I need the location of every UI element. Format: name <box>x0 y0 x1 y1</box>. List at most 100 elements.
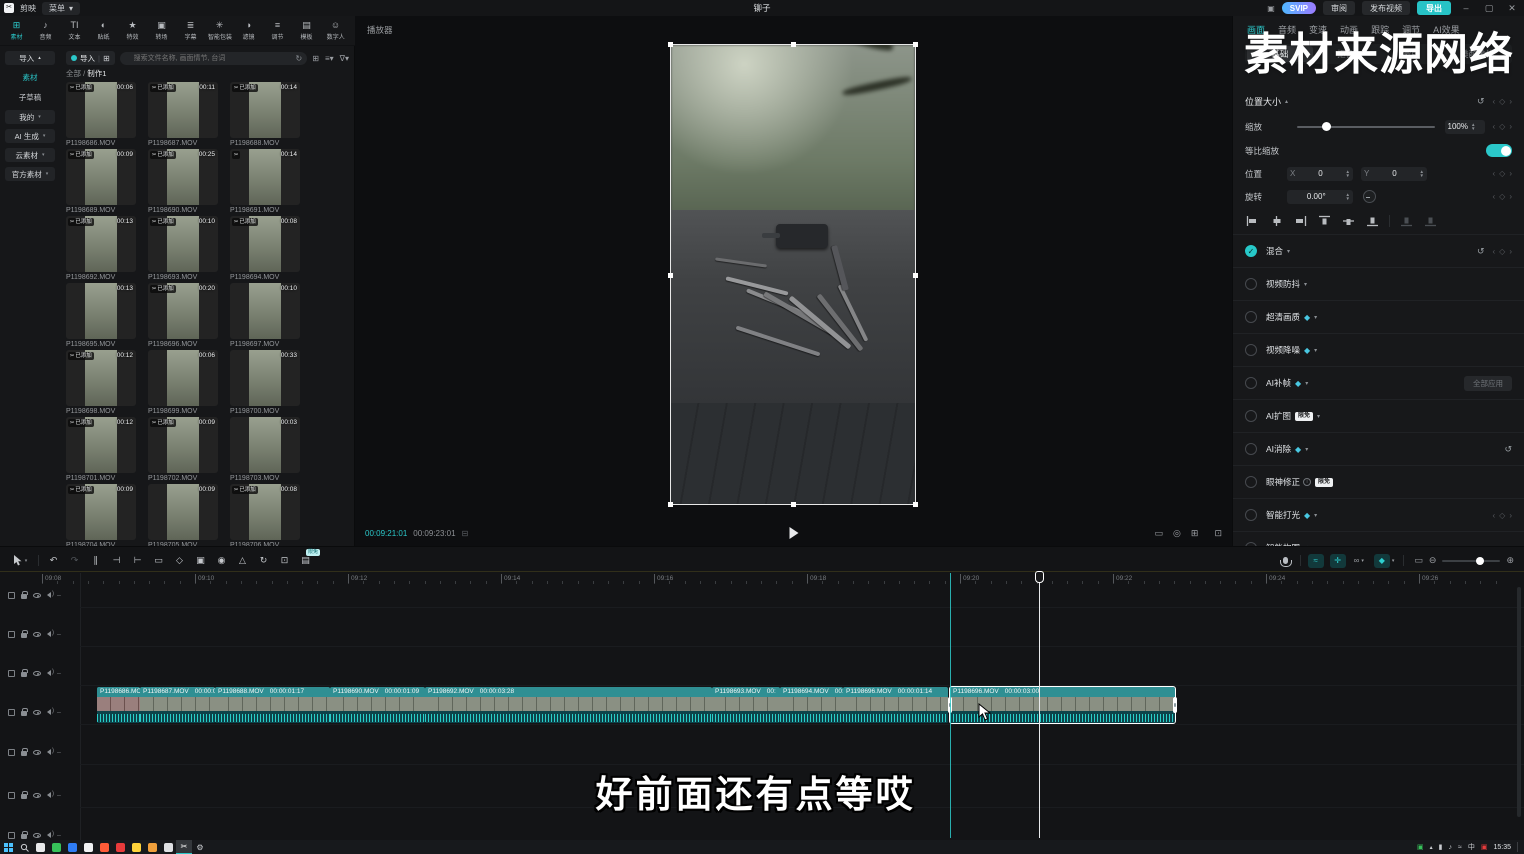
visibility-icon[interactable] <box>33 632 41 637</box>
rotate-knob[interactable] <box>1363 190 1376 203</box>
playhead-handle[interactable] <box>1035 571 1044 583</box>
keyframe-controls[interactable]: ‹◇› <box>1493 247 1513 256</box>
publish-button[interactable]: 发布视频 <box>1362 1 1410 15</box>
chevron-down-icon[interactable]: ▾ <box>1305 380 1308 387</box>
sidebar-item-AI 生成[interactable]: AI 生成▾ <box>5 129 55 143</box>
media-item[interactable]: ✂已添加00:13P1198692.MOV <box>66 216 136 283</box>
tab-贴纸[interactable]: ◐贴纸 <box>89 16 118 45</box>
checkbox-AI补帧[interactable] <box>1245 377 1257 389</box>
mask-button[interactable]: ◇ <box>169 553 190 569</box>
transform-handle[interactable] <box>668 42 673 47</box>
media-item[interactable]: ✂已添加00:10P1198693.MOV <box>148 216 218 283</box>
fullscreen-icon[interactable]: ⊡ <box>1214 528 1222 539</box>
media-item[interactable]: ✂已添加00:08P1198706.MOV <box>230 484 300 546</box>
crop-button[interactable]: ▣ <box>190 553 211 569</box>
taskbar-app[interactable] <box>48 840 64 854</box>
tab-素材[interactable]: ⊞素材 <box>2 16 31 45</box>
undo-button[interactable]: ↶ <box>43 553 64 569</box>
show-desktop-button[interactable] <box>1517 842 1520 852</box>
mute-icon[interactable] <box>47 832 51 838</box>
keyframe-controls[interactable]: ‹◇› <box>1493 97 1513 106</box>
grid-view-icon[interactable]: ⊞ <box>312 54 319 63</box>
zoom-in-icon[interactable]: ⊕ <box>1506 555 1514 566</box>
magnet-icon[interactable]: ✛ <box>1330 554 1346 568</box>
keyframe-controls[interactable]: ‹◇› <box>1493 169 1513 178</box>
tab-字幕[interactable]: ≣字幕 <box>176 16 205 45</box>
rotate-button[interactable]: ↻ <box>253 553 274 569</box>
taskbar-app[interactable] <box>64 840 80 854</box>
media-item[interactable]: 00:03P1198703.MOV <box>230 417 300 484</box>
lock-icon[interactable] <box>21 594 27 599</box>
more-icon[interactable]: ‒ <box>57 631 61 638</box>
more-icon[interactable]: ‒ <box>57 792 61 799</box>
transform-handle[interactable] <box>791 502 796 507</box>
align-dist-v-icon[interactable] <box>1423 214 1438 228</box>
preview-axis-icon[interactable]: ▭ <box>1414 555 1423 566</box>
align-top-icon[interactable] <box>1317 214 1332 228</box>
import-button[interactable]: 导入 | ⊞ <box>66 51 115 65</box>
maximize-button[interactable]: ▢ <box>1481 3 1497 14</box>
voiceover-mic-icon[interactable] <box>1283 557 1288 564</box>
lock-icon[interactable] <box>21 672 27 677</box>
keyframe-controls[interactable]: ‹◇› <box>1493 122 1513 131</box>
lock-icon[interactable] <box>21 633 27 638</box>
tab-数字人[interactable]: ☺数字人 <box>321 16 350 45</box>
quality-icon[interactable]: ▭ <box>1155 528 1164 539</box>
align-hcenter-icon[interactable] <box>1269 214 1284 228</box>
visibility-icon[interactable] <box>33 833 41 838</box>
align-right-icon[interactable] <box>1293 214 1308 228</box>
timeline-clip[interactable]: P1198688.MOV00:00:01:17 <box>215 687 330 723</box>
sidebar-item-素材[interactable]: 素材 <box>23 70 38 85</box>
cast-icon[interactable]: ▣ <box>1267 4 1275 13</box>
ratio-crop-button[interactable]: ⊡ <box>274 553 295 569</box>
taskbar-app[interactable] <box>112 840 128 854</box>
taskbar-app[interactable] <box>128 840 144 854</box>
tab-智能包装[interactable]: ✳智能包装 <box>205 16 234 45</box>
tray-expand-icon[interactable]: ▴ <box>1430 844 1433 851</box>
chevron-down-icon[interactable]: ▾ <box>1314 347 1317 354</box>
rotate-field[interactable]: 0.00°▲▼ <box>1287 190 1353 204</box>
taskbar-app[interactable] <box>144 840 160 854</box>
tab-滤镜[interactable]: ◑滤镜 <box>234 16 263 45</box>
mute-icon[interactable] <box>47 631 51 637</box>
checkbox-视频防抖[interactable] <box>1245 278 1257 290</box>
taskbar-app-active[interactable]: ✂ <box>176 840 192 854</box>
import-section[interactable]: 导入▴ <box>5 51 55 65</box>
align-vcenter-icon[interactable] <box>1341 214 1356 228</box>
visibility-icon[interactable] <box>33 593 41 598</box>
media-item[interactable]: ✂已添加00:12P1198701.MOV <box>66 417 136 484</box>
zoom-fit-icon[interactable]: ◎ <box>1173 528 1181 539</box>
grid-import-icon[interactable]: ⊞ <box>103 54 110 63</box>
mute-icon[interactable] <box>47 709 51 715</box>
more-icon[interactable]: ‒ <box>57 670 61 677</box>
checkbox-AI消除[interactable] <box>1245 443 1257 455</box>
taskbar-app[interactable] <box>160 840 176 854</box>
taskbar-app[interactable] <box>32 840 48 854</box>
playhead-line[interactable] <box>1039 573 1040 838</box>
mute-icon[interactable] <box>47 749 51 755</box>
media-item[interactable]: ✂已添加00:14P1198688.MOV <box>230 82 300 149</box>
taskbar-search-icon[interactable] <box>16 840 32 854</box>
media-item[interactable]: 00:33P1198700.MOV <box>230 350 300 417</box>
tab-模板[interactable]: ▤模板 <box>292 16 321 45</box>
clip-right-handle[interactable] <box>1173 697 1177 713</box>
volume-icon[interactable]: ♪ <box>1449 844 1453 851</box>
sidebar-item-我的[interactable]: 我的▾ <box>5 110 55 124</box>
media-item[interactable]: ✂已添加00:09P1198702.MOV <box>148 417 218 484</box>
settings-app[interactable]: ⚙ <box>192 840 208 854</box>
ime-indicator[interactable]: 中 <box>1468 842 1475 852</box>
checkbox-眼神修正[interactable] <box>1245 476 1257 488</box>
checkbox-智能打光[interactable] <box>1245 509 1257 521</box>
keyframe-dropdown[interactable]: ◆▾ <box>1374 554 1395 568</box>
media-item[interactable]: ✂已添加00:20P1198696.MOV <box>148 283 218 350</box>
freeze-frame-button[interactable]: ◉ <box>211 553 232 569</box>
breadcrumb-all[interactable]: 全部 <box>66 69 81 78</box>
search-input[interactable] <box>120 52 308 65</box>
scale-value[interactable]: 100%▲▼ <box>1445 120 1485 134</box>
visibility-icon[interactable] <box>33 710 41 715</box>
align-bottom-icon[interactable] <box>1365 214 1380 228</box>
tab-调节[interactable]: ≡调节 <box>263 16 292 45</box>
transform-handle[interactable] <box>913 273 918 278</box>
record-button[interactable]: ▤限免 <box>295 553 316 569</box>
close-button[interactable]: ✕ <box>1504 3 1520 14</box>
